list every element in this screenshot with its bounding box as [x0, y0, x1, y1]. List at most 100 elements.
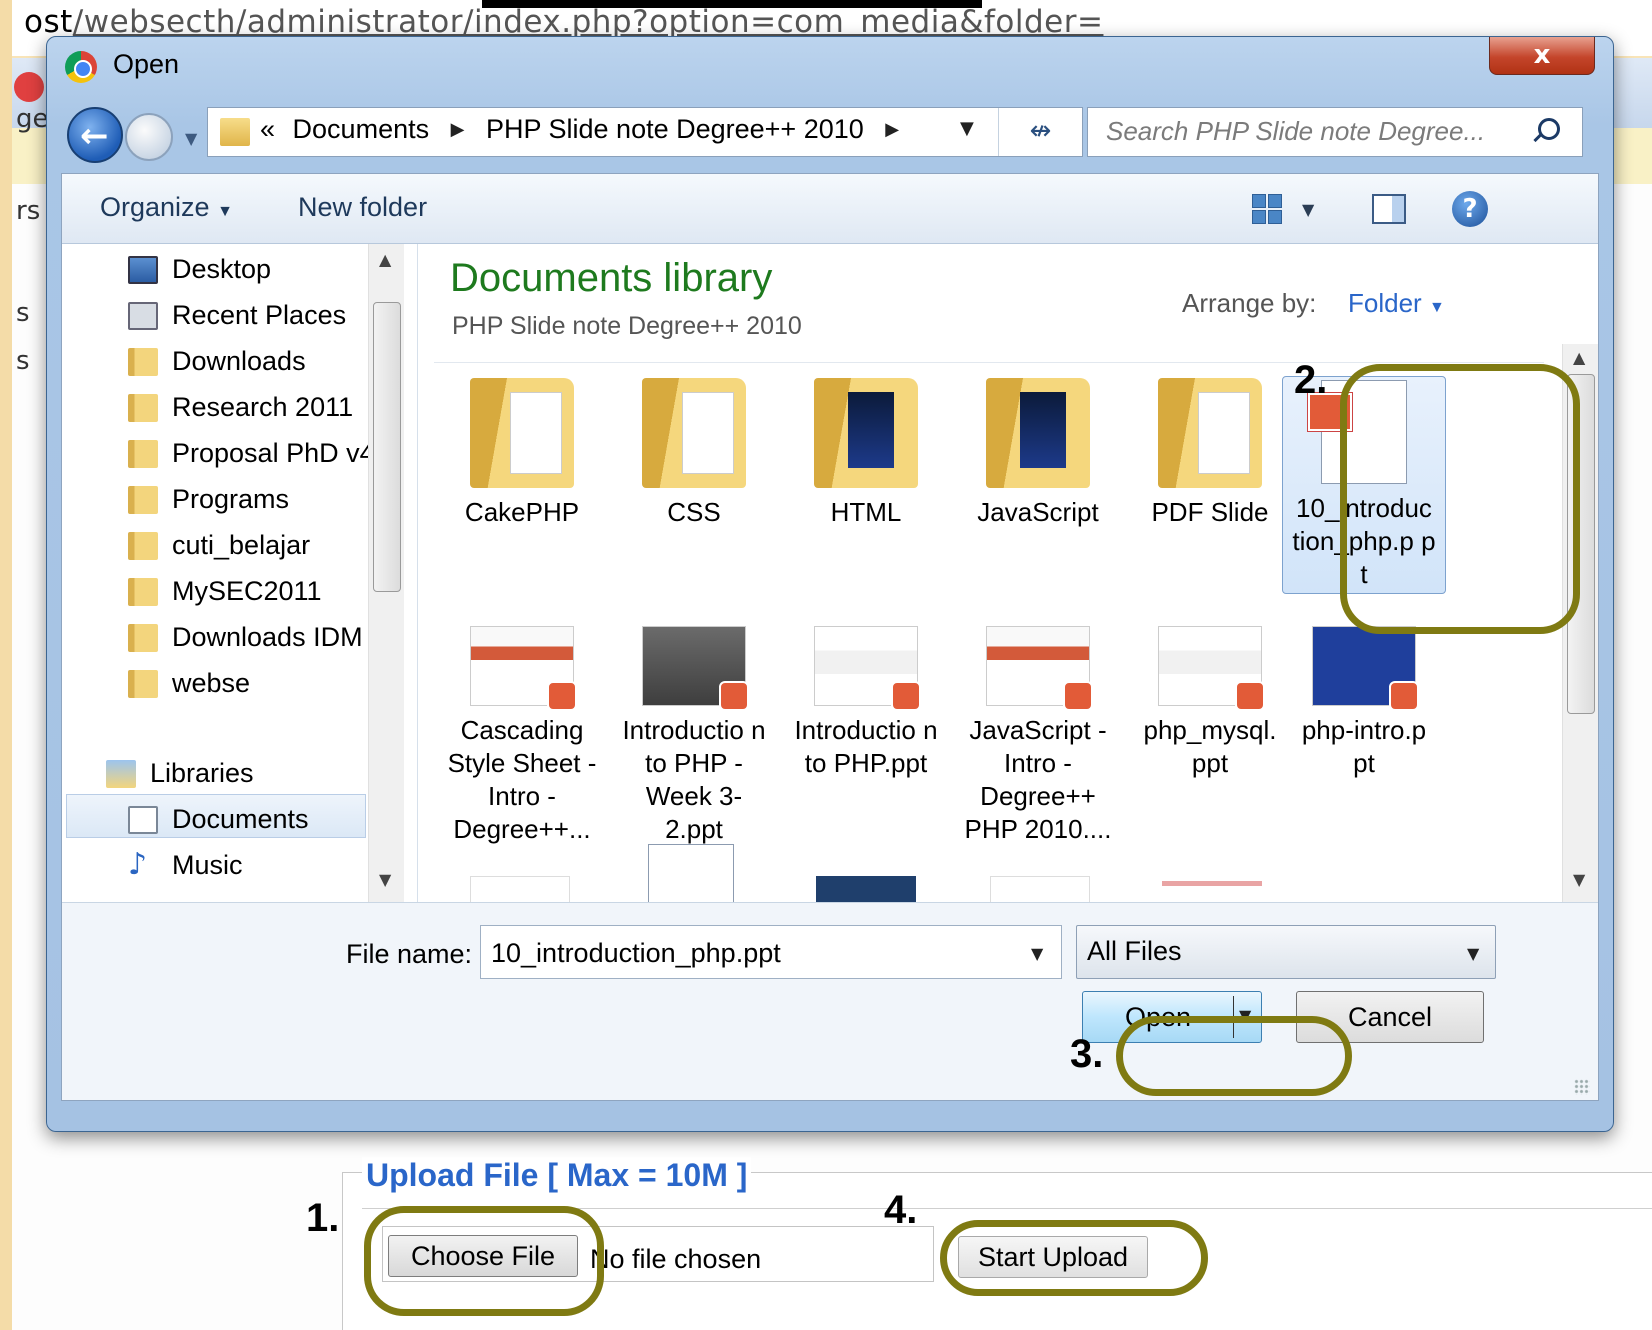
sidebar-item-recent-places[interactable]: Recent Places	[62, 294, 372, 340]
page-text-fragment: ge	[16, 104, 49, 134]
step-marker-3: 3.	[1070, 1032, 1104, 1076]
library-subtitle: PHP Slide note Degree++ 2010	[452, 312, 802, 340]
callout-ring	[1116, 1016, 1352, 1096]
file-item-cascading-style-sheet[interactable]: Cascading Style Sheet - Intro - Degree++…	[436, 606, 608, 846]
file-item-html[interactable]: HTML	[780, 378, 952, 529]
dialog-titlebar: Open x	[47, 37, 1613, 95]
file-type-value: All Files	[1087, 936, 1182, 966]
breadcrumb-item-documents[interactable]: Documents	[293, 114, 430, 144]
preview-pane-icon[interactable]	[1372, 194, 1406, 224]
search-icon[interactable]	[1538, 118, 1560, 140]
scroll-up-icon[interactable]: ▲	[1573, 348, 1585, 367]
file-name-value: 10_introduction_php.ppt	[491, 938, 781, 968]
sidebar-item-music[interactable]: ♪ Music	[62, 844, 372, 890]
organize-button[interactable]: Organize ▼	[100, 192, 233, 223]
dialog-body: Organize ▼ New folder ▼ ? Desktop Recent…	[61, 173, 1599, 1101]
powerpoint-thumbnail-icon	[814, 626, 921, 711]
folder-icon	[128, 532, 158, 560]
file-item-javascript-intro[interactable]: JavaScript - Intro - Degree++ PHP 2010..…	[952, 606, 1124, 846]
powerpoint-badge-icon	[1063, 681, 1093, 711]
navigation-pane: Desktop Recent Places Downloads Research…	[62, 244, 418, 902]
step-marker-2: 2.	[1294, 358, 1328, 402]
sidebar-item-libraries[interactable]: Libraries	[62, 752, 372, 798]
file-item-css[interactable]: CSS	[608, 378, 780, 529]
scroll-up-icon[interactable]: ▲	[379, 250, 391, 269]
sidebar-item-downloads[interactable]: Downloads	[62, 340, 372, 386]
change-view-icon[interactable]	[1252, 194, 1282, 224]
arrange-by-dropdown[interactable]: Folder ▼	[1348, 288, 1445, 319]
powerpoint-thumbnail-icon	[470, 626, 577, 711]
file-thumbnail-partial[interactable]	[816, 876, 916, 902]
chevron-right-icon[interactable]: ▶	[885, 119, 899, 139]
arrange-by-label: Arrange by:	[1182, 288, 1317, 318]
sidebar-item-research-2011[interactable]: Research 2011	[62, 386, 372, 432]
powerpoint-thumbnail-icon	[1312, 626, 1419, 711]
scroll-down-icon[interactable]: ▼	[379, 870, 391, 889]
refresh-button[interactable]: ↮	[998, 108, 1082, 156]
close-button[interactable]: x	[1489, 37, 1595, 75]
recent-pages-dropdown-icon[interactable]: ▼	[185, 129, 197, 148]
back-button[interactable]: ←	[67, 107, 123, 163]
file-thumbnail-partial[interactable]	[470, 876, 570, 902]
file-item-cakephp[interactable]: CakePHP	[436, 378, 608, 529]
file-name-label: File name:	[346, 939, 473, 969]
powerpoint-badge-icon	[891, 681, 921, 711]
powerpoint-badge-icon	[1389, 681, 1419, 711]
breadcrumb: « Documents ▶ PHP Slide note Degree++ 20…	[260, 114, 913, 145]
file-thumbnail-partial[interactable]	[990, 876, 1090, 902]
folder-icon	[470, 378, 574, 488]
step-marker-4: 4.	[884, 1188, 918, 1232]
file-type-select[interactable]: All Files ▼	[1076, 925, 1496, 979]
nav-scrollbar[interactable]: ▲ ▼	[368, 244, 404, 902]
sidebar-item-proposal-phd[interactable]: Proposal PhD v4	[62, 432, 375, 478]
library-title: Documents library	[450, 256, 773, 300]
file-item-php-mysql[interactable]: php_mysql. ppt	[1124, 606, 1296, 780]
folder-icon	[642, 378, 746, 488]
sidebar-item-desktop[interactable]: Desktop	[62, 248, 372, 294]
search-placeholder: Search PHP Slide note Degree...	[1106, 116, 1486, 146]
breadcrumb-bar[interactable]: « Documents ▶ PHP Slide note Degree++ 20…	[207, 107, 1083, 157]
resize-grip-icon[interactable]	[1574, 1079, 1590, 1095]
chevron-down-icon[interactable]: ▼	[1031, 944, 1043, 963]
search-input[interactable]: Search PHP Slide note Degree...	[1087, 107, 1583, 157]
folder-icon	[128, 440, 158, 468]
folder-icon	[128, 670, 158, 698]
new-folder-button[interactable]: New folder	[298, 192, 427, 223]
sidebar-item-webse[interactable]: webse	[62, 662, 372, 708]
sidebar-item-mysec2011[interactable]: MySEC2011	[62, 570, 372, 616]
file-thumbnail-partial[interactable]	[1162, 870, 1262, 902]
page-text-fragment: rs	[16, 196, 41, 226]
libraries-icon	[106, 760, 136, 788]
page-border	[0, 0, 12, 1330]
file-name-input[interactable]: 10_introduction_php.ppt ▼	[480, 925, 1062, 979]
file-item-pdf-slide[interactable]: PDF Slide	[1124, 378, 1296, 529]
folder-icon	[128, 578, 158, 606]
powerpoint-badge-icon	[1235, 681, 1265, 711]
breadcrumb-overflow[interactable]: «	[260, 114, 275, 144]
view-options-dropdown-icon[interactable]: ▼	[1302, 200, 1314, 219]
help-icon[interactable]: ?	[1452, 191, 1488, 227]
scroll-down-icon[interactable]: ▼	[1573, 870, 1585, 889]
file-item-introduction-php[interactable]: Introductio n to PHP.ppt	[780, 606, 952, 780]
dialog-title: Open	[113, 49, 180, 79]
folder-icon	[128, 486, 158, 514]
file-item-introduction-php-week[interactable]: Introductio n to PHP - Week 3-2.ppt	[608, 606, 780, 846]
powerpoint-thumbnail-icon	[1158, 626, 1265, 711]
powerpoint-badge-icon	[547, 681, 577, 711]
sidebar-item-cuti-belajar[interactable]: cuti_belajar	[62, 524, 372, 570]
sidebar-item-programs[interactable]: Programs	[62, 478, 372, 524]
content-divider	[434, 362, 1544, 363]
breadcrumb-item-php-slide-note[interactable]: PHP Slide note Degree++ 2010	[486, 114, 864, 144]
sidebar-item-downloads-idm[interactable]: Downloads IDM	[62, 616, 372, 662]
folder-icon	[220, 118, 250, 146]
callout-ring	[364, 1206, 604, 1316]
powerpoint-file-icon[interactable]	[648, 844, 734, 902]
folder-icon	[1158, 378, 1262, 488]
address-dropdown-icon[interactable]: ▼	[960, 118, 974, 139]
music-icon: ♪	[128, 847, 148, 882]
chevron-right-icon[interactable]: ▶	[451, 119, 465, 139]
scrollbar-thumb[interactable]	[373, 302, 401, 592]
file-item-javascript[interactable]: JavaScript	[952, 378, 1124, 529]
forward-button[interactable]	[125, 113, 173, 161]
sidebar-item-documents[interactable]: Documents	[62, 798, 372, 844]
